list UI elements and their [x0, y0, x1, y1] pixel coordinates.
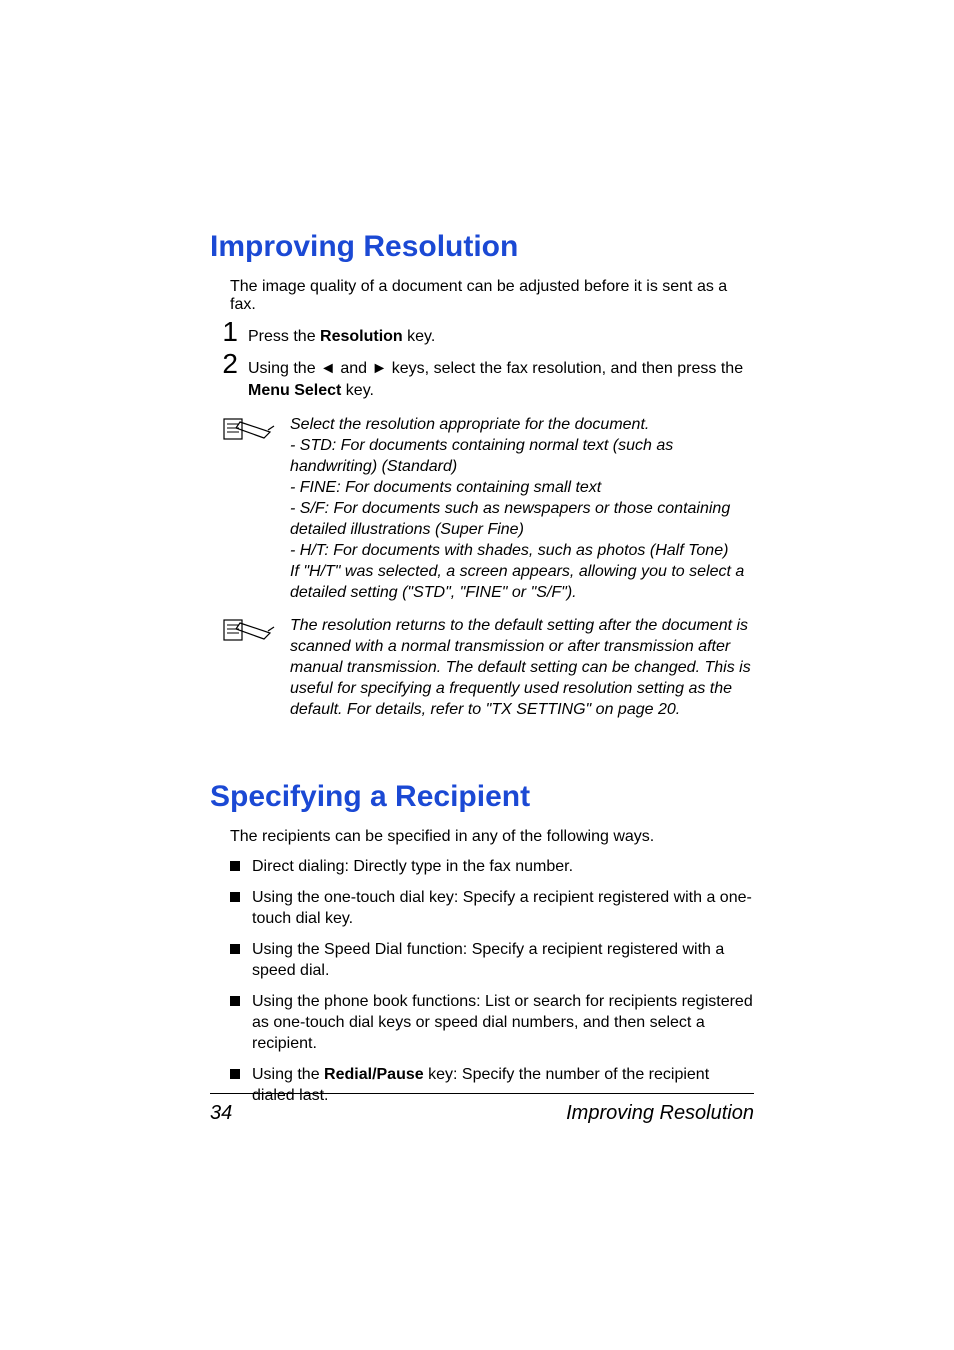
footer: 34 Improving Resolution — [210, 1093, 754, 1125]
list-item: Direct dialing: Directly type in the fax… — [230, 856, 754, 877]
step-1-text: Press the Resolution key. — [248, 322, 435, 348]
note-icon — [220, 615, 276, 720]
footer-row: 34 Improving Resolution — [210, 1102, 754, 1125]
footer-rule — [210, 1093, 754, 1094]
list-item: Using the Speed Dial function: Specify a… — [230, 939, 754, 981]
page: Improving Resolution The image quality o… — [0, 0, 954, 1350]
arrow-right-icon: ► — [371, 360, 387, 377]
intro-text: The image quality of a document can be a… — [230, 278, 754, 314]
bullet-icon — [230, 861, 240, 871]
list-item: Using the one-touch dial key: Specify a … — [230, 887, 754, 929]
heading-improving-resolution: Improving Resolution — [210, 230, 754, 264]
heading-specifying-recipient: Specifying a Recipient — [210, 780, 754, 814]
note-block-2: The resolution returns to the default se… — [220, 615, 754, 720]
note-icon — [220, 414, 276, 603]
step-1: 1 Press the Resolution key. — [220, 318, 754, 348]
step-2-key: Menu Select — [248, 382, 341, 399]
note1-l5: - H/T: For documents with shades, such a… — [290, 542, 728, 559]
step-2-pre: Using the — [248, 360, 320, 377]
arrow-left-icon: ◄ — [320, 360, 336, 377]
b5-key: Redial/Pause — [324, 1066, 424, 1083]
step-2-mid2: keys, select the fax resolution, and the… — [387, 360, 743, 377]
bullet-1: Direct dialing: Directly type in the fax… — [252, 856, 573, 877]
bullet-2: Using the one-touch dial key: Specify a … — [252, 887, 754, 929]
note-block-1: Select the resolution appropriate for th… — [220, 414, 754, 603]
bullet-4: Using the phone book functions: List or … — [252, 991, 754, 1054]
b5-pre: Using the — [252, 1066, 324, 1083]
step-number-1: 1 — [220, 318, 238, 346]
step-number-2: 2 — [220, 350, 238, 378]
step-1-pre: Press the — [248, 328, 320, 345]
bullet-icon — [230, 944, 240, 954]
step-2-mid1: and — [336, 360, 372, 377]
note-2-text: The resolution returns to the default se… — [290, 615, 754, 720]
bullet-icon — [230, 892, 240, 902]
footer-title: Improving Resolution — [566, 1102, 754, 1125]
step-2-post: key. — [341, 382, 374, 399]
step-1-key: Resolution — [320, 328, 403, 345]
note1-l4: - S/F: For documents such as newspapers … — [290, 500, 730, 538]
note-1-text: Select the resolution appropriate for th… — [290, 414, 754, 603]
note1-l1: Select the resolution appropriate for th… — [290, 416, 649, 433]
note1-l2: - STD: For documents containing normal t… — [290, 437, 673, 475]
step-2-text: Using the ◄ and ► keys, select the fax r… — [248, 354, 754, 402]
intro-text-b: The recipients can be specified in any o… — [230, 828, 754, 846]
step-1-post: key. — [403, 328, 436, 345]
list-item: Using the phone book functions: List or … — [230, 991, 754, 1054]
bullet-icon — [230, 1069, 240, 1079]
note1-l6: If "H/T" was selected, a screen appears,… — [290, 563, 744, 601]
bullet-icon — [230, 996, 240, 1006]
note1-l3: - FINE: For documents containing small t… — [290, 479, 601, 496]
page-number: 34 — [210, 1102, 232, 1125]
bullet-list: Direct dialing: Directly type in the fax… — [230, 856, 754, 1106]
step-2: 2 Using the ◄ and ► keys, select the fax… — [220, 350, 754, 402]
bullet-3: Using the Speed Dial function: Specify a… — [252, 939, 754, 981]
